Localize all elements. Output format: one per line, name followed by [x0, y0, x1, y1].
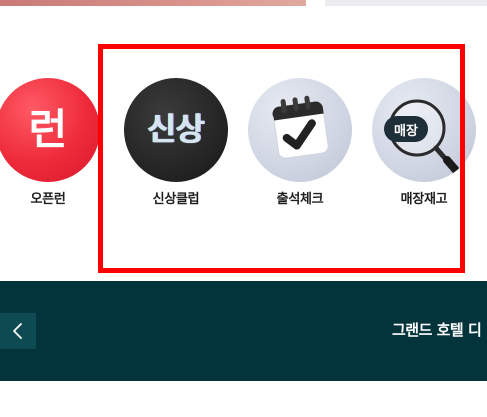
promo-banner[interactable]: 그랜드 호텔 디 [0, 281, 487, 381]
top-banner-image-left[interactable] [0, 0, 306, 6]
banner-title: 그랜드 호텔 디 [392, 321, 482, 339]
open-run-badge-icon: 런 [0, 78, 100, 182]
top-banner-image-right[interactable] [325, 0, 487, 6]
quick-menu-label: 오픈런 [30, 192, 66, 207]
banner-prev-button[interactable] [0, 313, 36, 349]
top-carousel-strip [0, 0, 487, 6]
open-run-icon-text: 런 [28, 105, 68, 154]
quick-menu-item-open-run[interactable]: 런 오픈런 [0, 78, 100, 208]
highlight-annotation-box [98, 44, 465, 273]
